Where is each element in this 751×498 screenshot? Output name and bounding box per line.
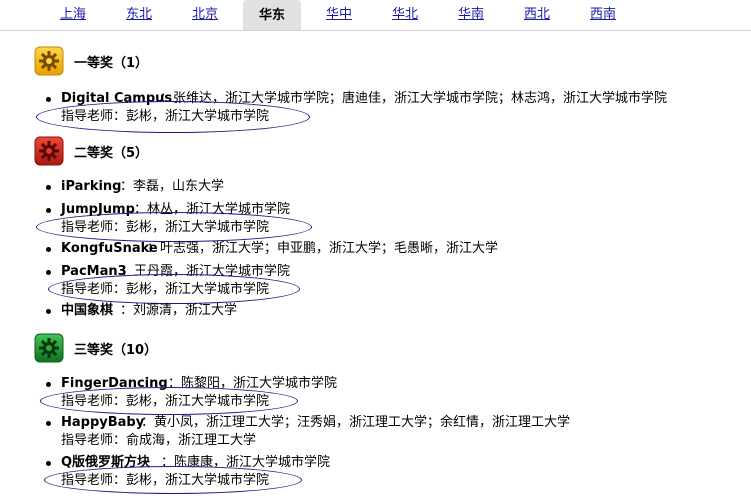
team-name: FingerDancing xyxy=(61,376,168,391)
bullet xyxy=(46,461,51,466)
team-members: ：林丛，浙江大学城市学院 xyxy=(134,202,291,217)
advisor-text: 指导老师：彭彬，浙江大学城市学院 xyxy=(61,220,270,235)
team-members: ：刘源清，浙江大学 xyxy=(120,303,238,318)
team-members: ：叶志强，浙江大学；申亚鹏，浙江大学；毛愚晰，浙江大学 xyxy=(147,241,499,256)
advisor-text: 指导老师：彭彬，浙江大学城市学院 xyxy=(61,109,270,124)
team-name: 中国象棋 xyxy=(61,303,114,318)
bullet xyxy=(46,97,51,102)
team-members: ：王丹霞，浙江大学城市学院 xyxy=(121,264,291,279)
team-name: Q版俄罗斯方块 xyxy=(61,455,151,470)
team-members: ：陈黎阳，浙江大学城市学院 xyxy=(168,376,338,391)
gear-icon xyxy=(34,136,64,166)
tab-huadong[interactable]: 华东 xyxy=(243,0,301,30)
bullet xyxy=(46,421,51,426)
bullet xyxy=(46,247,51,252)
tab-huanan[interactable]: 华南 xyxy=(450,2,492,28)
tab-xibei[interactable]: 西北 xyxy=(516,2,558,28)
bullet xyxy=(46,270,51,275)
advisor-text: 指导老师：俞成海，浙江理工大学 xyxy=(61,433,257,448)
tab-dongbei[interactable]: 东北 xyxy=(118,2,160,28)
advisor-text: 指导老师：彭彬，浙江大学城市学院 xyxy=(61,473,270,488)
second-prize-title: 二等奖（5） xyxy=(74,146,149,161)
team-name: iParking xyxy=(61,179,122,194)
advisor-text: 指导老师：彭彬，浙江大学城市学院 xyxy=(61,282,270,297)
gear-icon xyxy=(34,46,64,76)
tab-huazhong[interactable]: 华中 xyxy=(318,2,360,28)
team-name: PacMan3 xyxy=(61,264,127,279)
first-prize-title: 一等奖（1） xyxy=(74,56,149,71)
bullet xyxy=(46,208,51,213)
team-name: JumpJump xyxy=(61,202,135,217)
third-prize-title: 三等奖（10） xyxy=(74,343,158,358)
team-members: ：陈康康，浙江大学城市学院 xyxy=(161,455,331,470)
team-members: ：李磊，山东大学 xyxy=(120,179,225,194)
team-name: Digital Campus xyxy=(61,91,173,106)
team-name: KongfuSnake xyxy=(61,241,158,256)
tab-beijing[interactable]: 北京 xyxy=(184,2,226,28)
team-members: ：张维达，浙江大学城市学院；唐迪佳，浙江大学城市学院；林志鸿，浙江大学城市学院 xyxy=(160,91,668,106)
region-tab-bar: 上海 东北 北京 华东 华中 华北 华南 西北 西南 xyxy=(0,0,751,31)
advisor-text: 指导老师：彭彬，浙江大学城市学院 xyxy=(61,394,270,409)
tab-huabei[interactable]: 华北 xyxy=(384,2,426,28)
tab-xinan[interactable]: 西南 xyxy=(582,2,624,28)
team-members: ：黄小凤，浙江理工大学；汪秀娟，浙江理工大学；余红情，浙江理工大学 xyxy=(141,415,571,430)
team-name: HappyBaby xyxy=(61,415,145,430)
bullet xyxy=(46,185,51,190)
tab-shanghai[interactable]: 上海 xyxy=(52,2,94,28)
bullet xyxy=(46,309,51,314)
gear-icon xyxy=(34,333,64,363)
bullet xyxy=(46,382,51,387)
